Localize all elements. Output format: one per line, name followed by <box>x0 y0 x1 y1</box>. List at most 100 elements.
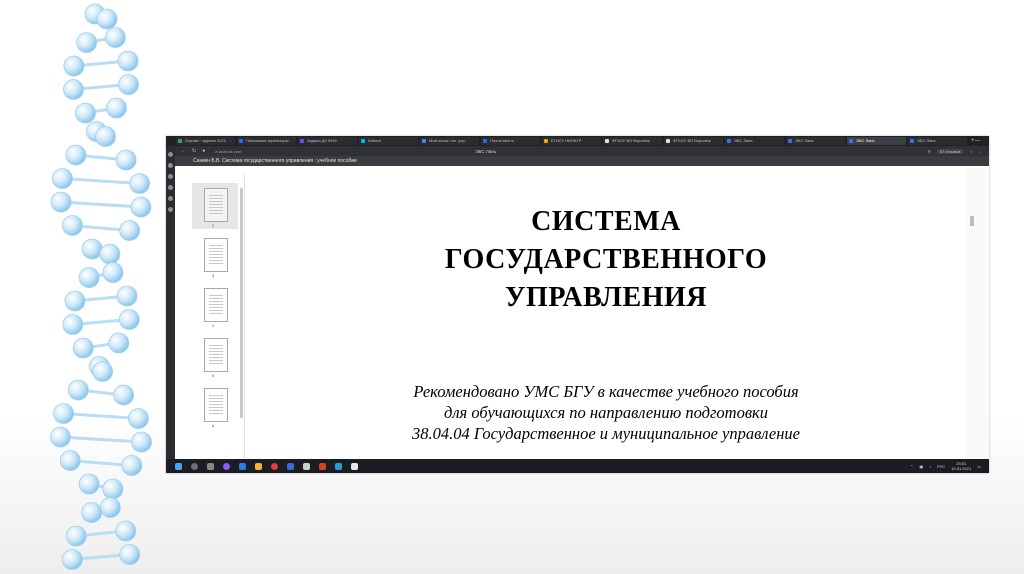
powerpoint-app-icon[interactable] <box>319 462 326 470</box>
title-line: УПРАВЛЕНИЯ <box>505 282 707 313</box>
thumbnail-page-number: 5 <box>212 373 215 378</box>
sidebar-history-icon[interactable] <box>168 196 173 201</box>
tab-label: Мой поиск: гос. упр. <box>429 138 466 143</box>
page-title: ЭБС Лань <box>475 148 497 154</box>
tab-favicon-icon <box>239 139 243 143</box>
sidebar-messenger-icon[interactable] <box>168 174 173 179</box>
tab-favicon-icon <box>178 139 182 143</box>
tab-favicon-icon <box>483 139 487 143</box>
lock-icon: ● <box>202 148 206 154</box>
app-icon[interactable] <box>351 462 358 470</box>
browser-tab[interactable]: Почта Mail.ru <box>481 137 540 145</box>
browser-tab[interactable]: ЭБС Лань <box>725 137 784 145</box>
thumbnail-scrollbar[interactable] <box>240 188 243 418</box>
tab-label: ФГБОУ ВО Воронеж <box>673 138 711 143</box>
tab-label: ЭБС Лань <box>795 138 814 143</box>
tab-label: ЕГИСУ НИОКТР <box>551 138 582 143</box>
tab-favicon-icon <box>727 139 731 143</box>
page-scrollbar[interactable] <box>966 168 989 459</box>
page-thumbnail[interactable] <box>204 288 228 322</box>
sidebar-search-icon[interactable] <box>168 163 173 168</box>
tab-label: Почта Mail.ru <box>490 138 515 143</box>
browser-tab[interactable]: ФГБОУ ВО Воронеж <box>603 137 662 145</box>
browser-app-icon[interactable] <box>223 462 230 470</box>
tab-favicon-icon <box>666 139 670 143</box>
tab-favicon-icon <box>849 139 853 143</box>
browser-tab[interactable]: Задачи ДЗ ФИЭ <box>298 137 357 145</box>
thumbnail-page-number: 2 <box>212 223 215 228</box>
tab-favicon-icon <box>605 139 609 143</box>
reload-icon[interactable]: ↻ <box>192 148 196 154</box>
sidebar-bookmarks-icon[interactable] <box>168 207 173 212</box>
browser-tab[interactable]: ФГБОУ ВО Воронеж <box>664 137 723 145</box>
thumbnail-page-number: 6 <box>212 423 215 428</box>
document-header: Санкин Б.В. Система государственного упр… <box>175 156 989 166</box>
volume-icon[interactable]: ♪ <box>929 464 931 469</box>
search-icon[interactable]: ⚲ <box>928 149 931 154</box>
browser-tab[interactable]: Поисковые агрегаторы <box>237 137 296 145</box>
scroll-thumb[interactable] <box>970 216 974 226</box>
browser-tab[interactable]: Kahoot <box>359 137 418 145</box>
browser-tab[interactable]: Оценки · журнал 2021 <box>176 137 235 145</box>
browser-sidebar <box>166 146 175 459</box>
page-thumbnail[interactable] <box>204 388 228 422</box>
folder-app-icon[interactable] <box>255 462 262 470</box>
tab-label: ЭБС Лань <box>917 138 936 143</box>
dna-helix-decoration <box>50 3 152 570</box>
page-thumbnail[interactable] <box>204 188 228 222</box>
tab-favicon-icon <box>788 139 792 143</box>
tray-arrow-icon[interactable]: ⌃ <box>910 464 913 469</box>
browser-tab[interactable]: Мой поиск: гос. упр. <box>420 137 479 145</box>
download-icon[interactable]: ↓ <box>979 149 981 154</box>
page-thumbnail[interactable] <box>204 238 228 272</box>
screenshot-frame: Оценки · журнал 2021 Поисковые агрегаторы… <box>166 136 989 473</box>
tab-favicon-icon <box>422 139 426 143</box>
url-field[interactable]: e.lanbook.com <box>215 149 285 154</box>
tab-label: Задачи ДЗ ФИЭ <box>307 138 337 143</box>
browser-tab[interactable]: ЕГИСУ НИОКТР <box>542 137 601 145</box>
reviews-badge[interactable]: 67 отзывов <box>936 148 964 154</box>
tab-favicon-icon <box>544 139 548 143</box>
notifications-icon[interactable]: ▭ <box>977 464 981 469</box>
browser-tab[interactable]: ЭБС Лань <box>908 137 967 145</box>
thumbnail-page-number: 3 <box>212 273 215 278</box>
sidebar-profile-icon[interactable] <box>168 152 173 157</box>
tab-favicon-icon <box>300 139 304 143</box>
back-icon[interactable]: ← <box>181 148 186 154</box>
word-app-icon[interactable] <box>287 462 294 470</box>
bookmark-icon[interactable]: ☆ <box>969 149 973 154</box>
telegram-app-icon[interactable] <box>335 462 342 470</box>
start-icon[interactable] <box>175 462 182 470</box>
page-thumbnail[interactable] <box>204 338 228 372</box>
document-page: СИСТЕМА ГОСУДАРСТВЕННОГО УПРАВЛЕНИЯ Реко… <box>246 168 966 459</box>
tab-favicon-icon <box>910 139 914 143</box>
thumbnail-panel: 2 3 4 5 6 <box>188 174 245 459</box>
search-icon[interactable] <box>191 462 198 470</box>
minimize-icon[interactable]: — <box>975 138 981 145</box>
clock-date: 10.01.2021 <box>951 466 972 471</box>
explorer-app-icon[interactable] <box>239 462 246 470</box>
subtitle-line: для обучающихся по направлению подготовк… <box>444 403 768 422</box>
browser-tab[interactable]: ЭБС Лань <box>786 137 845 145</box>
title-line: ГОСУДАРСТВЕННОГО <box>444 244 768 275</box>
tab-label: ЭБС Лань <box>856 138 875 143</box>
subtitle-line: 38.04.04 Государственное и муниципальное… <box>412 424 800 443</box>
windows-taskbar: ⌃ ▣ ♪ РУС 23:51 10.01.2021 ▭ <box>166 459 989 473</box>
task-view-icon[interactable] <box>207 462 214 470</box>
tab-favicon-icon <box>361 139 365 143</box>
thumbnail-page-number: 4 <box>212 323 215 328</box>
tab-label: Оценки · журнал 2021 <box>185 138 227 143</box>
clock[interactable]: 23:51 10.01.2021 <box>951 461 971 471</box>
app-icon[interactable] <box>303 462 310 470</box>
address-bar: ← ↻ ● e.lanbook.com ЭБС Лань ⚲ 67 отзыво… <box>175 146 989 156</box>
sidebar-video-icon[interactable] <box>168 185 173 190</box>
network-icon[interactable]: ▣ <box>919 464 923 469</box>
title-line: СИСТЕМА <box>531 206 681 237</box>
language-indicator[interactable]: РУС <box>937 464 945 469</box>
tab-label: Поисковые агрегаторы <box>246 138 289 143</box>
browser-tab-bar: Оценки · журнал 2021 Поисковые агрегаторы… <box>166 136 989 146</box>
tab-label: Kahoot <box>368 138 381 143</box>
yandex-app-icon[interactable] <box>271 462 278 470</box>
browser-tab[interactable]: ЭБС Лань <box>847 137 906 145</box>
subtitle-line: Рекомендовано УМС БГУ в качестве учебног… <box>413 382 799 401</box>
